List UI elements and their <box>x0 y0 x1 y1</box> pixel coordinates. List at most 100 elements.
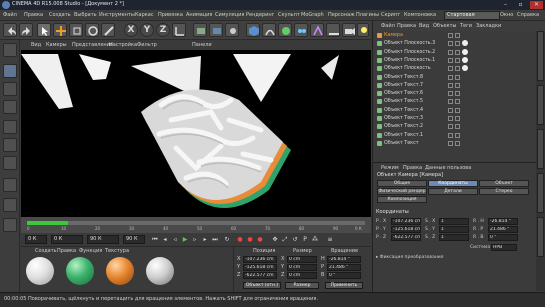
enabled-check-icon[interactable] <box>455 57 460 63</box>
point-level-key-icon[interactable]: ⁂ <box>311 236 319 244</box>
visibility-toggle[interactable] <box>448 41 453 47</box>
coords-mode-select[interactable]: Объект (отн.) <box>243 282 281 289</box>
move-tool-icon[interactable] <box>53 23 67 37</box>
keyframe-selection-icon[interactable]: ● <box>256 236 264 244</box>
object-name[interactable]: Объект Плоскость.1 <box>384 57 435 64</box>
freeze-transformation-toggle[interactable]: ▸ Фиксация преобразования <box>376 255 443 260</box>
om-menu-bookmarks[interactable]: Закладки <box>476 23 501 29</box>
om-menu-objects[interactable]: Объекты <box>433 23 457 29</box>
visibility-toggle[interactable] <box>448 116 453 121</box>
rotation-p-field[interactable]: 21.486 ° <box>327 264 361 271</box>
material-menu-function[interactable]: Функция <box>79 248 102 254</box>
current-frame-field[interactable]: 0 К <box>51 235 83 244</box>
y-axis-lock-icon[interactable]: Y <box>140 23 154 37</box>
enabled-check-icon[interactable] <box>455 124 460 130</box>
object-row[interactable]: Объект Плоскость.3 <box>373 40 545 47</box>
menu-animation[interactable]: Анимация <box>186 12 212 18</box>
object-row-camera[interactable]: Камера <box>373 32 545 39</box>
cube-icon[interactable] <box>246 23 260 37</box>
scale-tool-icon[interactable] <box>69 23 83 37</box>
snapping-icon[interactable] <box>3 218 17 232</box>
object-name[interactable]: Объект Текст.5 <box>384 98 423 105</box>
enabled-check-icon[interactable] <box>455 132 460 138</box>
material-swatch-green[interactable] <box>66 257 94 285</box>
tab-physical[interactable]: Физический рендер <box>377 188 427 195</box>
start-frame-field[interactable]: 0 К <box>25 235 47 244</box>
menu-file[interactable]: Файл <box>3 12 17 18</box>
tab-stereo[interactable]: Стерео <box>479 188 529 195</box>
deformer-icon[interactable] <box>310 23 324 37</box>
tab-composition[interactable]: Композиция <box>377 196 427 203</box>
model-mode-icon[interactable] <box>3 64 17 78</box>
visibility-toggle[interactable] <box>448 57 453 63</box>
rotation-key-icon[interactable]: ↺ <box>291 236 299 244</box>
coords-apply-button[interactable]: Применить <box>325 282 363 289</box>
side-tab-layers[interactable] <box>537 217 544 257</box>
x-axis-lock-icon[interactable]: X <box>124 23 138 37</box>
enabled-check-icon[interactable] <box>455 33 460 38</box>
menu-create[interactable]: Создать <box>49 12 71 18</box>
object-row[interactable]: Объект Текст.2 <box>373 123 545 130</box>
material-menu-texture[interactable]: Текстура <box>105 248 129 254</box>
undo-icon[interactable] <box>3 23 17 37</box>
close-button[interactable]: ✕ <box>530 1 543 9</box>
am-menu-userdata[interactable]: Данные пользова <box>425 165 471 171</box>
visibility-toggle[interactable] <box>448 140 453 146</box>
points-mode-icon[interactable] <box>3 120 17 134</box>
autokey-icon[interactable]: ● <box>246 236 254 244</box>
object-row[interactable]: Объект Текст.6 <box>373 90 545 97</box>
visibility-toggle[interactable] <box>448 132 453 138</box>
visibility-toggle[interactable] <box>448 74 453 80</box>
visibility-toggle[interactable] <box>448 107 453 113</box>
object-row[interactable]: Объект Текст.5 <box>373 98 545 105</box>
visibility-toggle[interactable] <box>448 99 453 105</box>
enabled-check-icon[interactable] <box>455 82 460 88</box>
object-name[interactable]: Объект Текст.2 <box>384 123 423 130</box>
viewport-menu-cameras[interactable]: Камеры <box>46 42 67 48</box>
menu-snap[interactable]: Привязка <box>158 12 183 18</box>
am-menu-mode[interactable]: Режим <box>381 165 399 171</box>
object-row[interactable]: Объект Текст.1 <box>373 132 545 139</box>
object-row[interactable]: Объект Текст.3 <box>373 115 545 122</box>
tab-basic[interactable]: Общие <box>377 180 427 187</box>
attr-p-y-field[interactable]: -125.618 cm <box>391 226 421 233</box>
z-axis-lock-icon[interactable]: Z <box>156 23 170 37</box>
timeline-track[interactable] <box>27 221 365 225</box>
menu-mesh[interactable]: Каркас <box>135 12 154 18</box>
om-menu-tags[interactable]: Теги <box>460 23 472 29</box>
side-tab-structure[interactable] <box>537 129 544 169</box>
object-name[interactable]: Объект Текст.3 <box>384 115 423 122</box>
light-icon[interactable] <box>357 23 369 37</box>
object-name[interactable]: Камера <box>384 32 403 39</box>
camera-icon[interactable] <box>342 23 356 37</box>
axis-mode-icon[interactable] <box>3 178 17 192</box>
tweak-mode-icon[interactable] <box>3 198 17 212</box>
tab-coordinates[interactable]: Координаты <box>428 180 478 187</box>
rotation-b-field[interactable]: 0 ° <box>327 272 361 279</box>
enabled-check-icon[interactable] <box>455 140 460 146</box>
attr-r-p-field[interactable]: 21.486 ° <box>488 226 518 233</box>
3d-viewport[interactable] <box>21 50 371 217</box>
viewport-menu-filter[interactable]: Фильтр <box>137 42 157 48</box>
object-row[interactable]: Объект Плоскость.2 <box>373 48 545 56</box>
material-menu-create[interactable]: Создать <box>35 248 57 254</box>
menu-script[interactable]: Скрипт <box>381 12 400 18</box>
material-swatch-orange[interactable] <box>106 257 134 285</box>
timeline-menu-icon[interactable]: ≡ <box>326 236 334 244</box>
om-menu-view[interactable]: Вид <box>419 23 429 29</box>
attr-s-x-field[interactable]: 1 <box>439 218 469 225</box>
preview-end-field[interactable]: 90 К <box>123 235 145 244</box>
material-swatch-gray[interactable] <box>146 257 174 285</box>
play-icon[interactable]: ▶ <box>181 236 189 244</box>
go-to-start-icon[interactable]: ⏮ <box>151 236 159 244</box>
material-tag-icon[interactable] <box>462 56 468 63</box>
attr-s-y-field[interactable]: 1 <box>439 226 469 233</box>
record-active-icon[interactable]: ● <box>236 236 244 244</box>
enabled-check-icon[interactable] <box>455 116 460 121</box>
subdivision-surface-icon[interactable] <box>278 23 292 37</box>
edges-mode-icon[interactable] <box>3 138 17 152</box>
coords-size-mode-select[interactable]: Размер <box>285 282 319 289</box>
prev-key-icon[interactable]: ◂ <box>161 236 169 244</box>
visibility-toggle[interactable] <box>448 49 453 55</box>
viewport-menu-view[interactable]: Вид <box>31 42 41 48</box>
